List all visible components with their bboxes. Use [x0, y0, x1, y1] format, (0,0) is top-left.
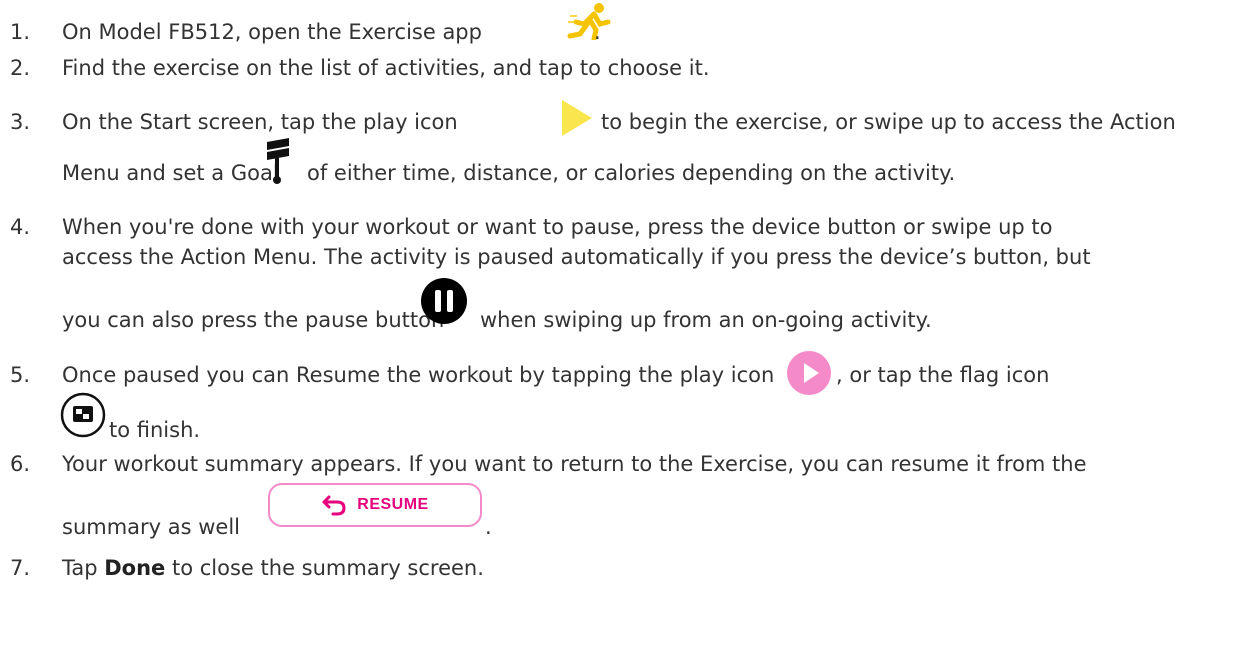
running-figure-icon [566, 2, 612, 42]
pause-button-icon [420, 277, 468, 325]
step-text: Menu and set a Goal [62, 161, 279, 185]
done-label: Done [104, 556, 166, 580]
step-6-period: . [485, 515, 492, 539]
step-number: 3. [10, 110, 31, 134]
step-text: access the Action Menu. The activity is … [62, 245, 1091, 269]
step-text-continued: , or tap the flag icon [836, 363, 1050, 387]
goal-flag-icon [263, 138, 295, 186]
step-text: Find the exercise on the list of activit… [62, 56, 710, 80]
step-number: 5. [10, 363, 31, 387]
step-text-continued: when swiping up from an on-going activit… [480, 308, 932, 332]
step-text: On Model FB512, open the Exercise app [62, 20, 482, 44]
step-text: Tap Done to close the summary screen. [62, 556, 484, 580]
step-text: Once paused you can Resume the workout b… [62, 363, 775, 387]
step-number: 2. [10, 56, 31, 80]
step-text: you can also press the pause button [62, 308, 445, 332]
step-text: Your workout summary appears. If you wan… [62, 452, 1087, 476]
yellow-play-triangle-icon [556, 98, 596, 138]
return-arrow-icon [321, 494, 347, 516]
resume-button: RESUME [268, 483, 482, 527]
step-number: 7. [10, 556, 31, 580]
step-text: summary as well [62, 515, 241, 539]
step-text: to finish. [109, 418, 201, 442]
resume-button-label: RESUME [357, 496, 429, 513]
step-number: 1. [10, 20, 31, 44]
step-1-period: . [594, 20, 601, 44]
pink-play-circle-icon [786, 350, 832, 396]
finish-flag-icon [60, 392, 106, 438]
step-number: 6. [10, 452, 31, 476]
step-text: On the Start screen, tap the play icon [62, 110, 458, 134]
step-text-continued: to begin the exercise, or swipe up to ac… [601, 110, 1176, 134]
step-text: When you're done with your workout or wa… [62, 215, 1053, 239]
step-number: 4. [10, 215, 31, 239]
step-text-continued: of either time, distance, or calories de… [307, 161, 956, 185]
